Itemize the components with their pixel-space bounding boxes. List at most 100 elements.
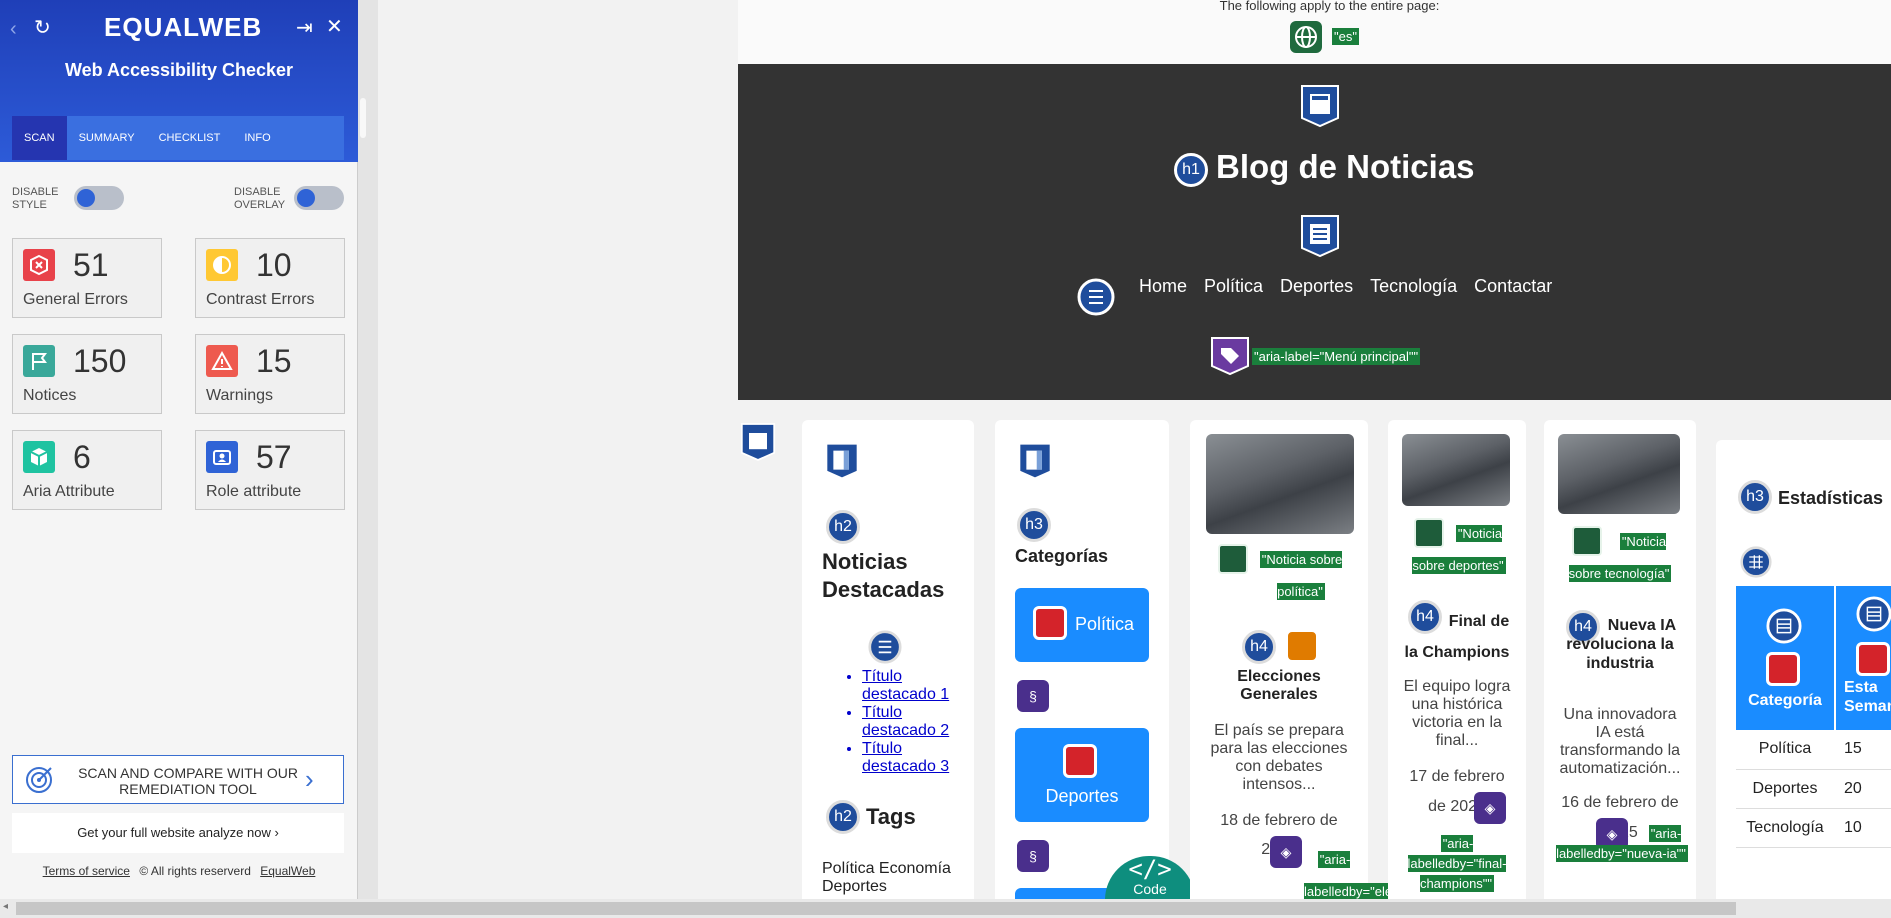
code-icon: </> — [1128, 855, 1172, 883]
panel-gutter — [358, 0, 378, 899]
refresh-icon[interactable]: ↻ — [34, 16, 51, 40]
h1-badge: h1 — [1174, 153, 1208, 187]
h4-badge: h4 — [1242, 630, 1276, 664]
disable-style-label: DISABLE STYLE — [12, 186, 59, 211]
featured-item-3[interactable]: Título destacado 3 — [862, 740, 962, 776]
stat-warnings[interactable]: 15 Warnings — [195, 334, 345, 414]
article-card: "Noticia sobre tecnología" h4 Nueva IA r… — [1544, 420, 1696, 899]
blank-area — [378, 0, 738, 899]
accessibility-panel: ‹ ↻ EQUALWEB ⇥ ✕ Web Accessibility Check… — [0, 0, 358, 899]
terms-link[interactable]: Terms of service — [43, 864, 130, 878]
disable-style-toggle[interactable] — [74, 186, 124, 210]
dock-icon[interactable]: ⇥ — [296, 16, 313, 40]
tab-summary[interactable]: SUMMARY — [67, 116, 147, 160]
scan-compare-label: SCAN AND COMPARE WITH OUR REMEDIATION TO… — [78, 765, 298, 797]
heading-warning-icon — [1286, 630, 1318, 662]
panel-title: Web Accessibility Checker — [64, 60, 294, 80]
scrollbar-thumb[interactable] — [16, 902, 1736, 915]
column-header-icon — [1856, 596, 1891, 632]
globe-icon — [1290, 21, 1322, 53]
scan-compare-button[interactable]: SCAN AND COMPARE WITH OUR REMEDIATION TO… — [12, 755, 344, 804]
equalweb-logo: EQUALWEB — [104, 12, 263, 42]
h3-badge: h3 — [1738, 480, 1772, 514]
featured-item-2[interactable]: Título destacado 2 — [862, 704, 962, 740]
article-title: Nueva IA revoluciona la industria — [1566, 617, 1677, 672]
stat-contrast-errors[interactable]: 10 Contrast Errors — [195, 238, 345, 318]
flag-icon — [23, 345, 55, 377]
article-text: El país se prepara para las elecciones c… — [1210, 722, 1348, 793]
equalweb-link[interactable]: EqualWeb — [260, 864, 315, 878]
tab-info[interactable]: INFO — [232, 116, 282, 160]
id-card-icon — [206, 441, 238, 473]
code-button[interactable]: </> Code — [1105, 856, 1195, 899]
categories-title: Categorías — [1015, 546, 1109, 566]
stats-table: Política 15 Deportes 20 Tecnología 10 — [1736, 730, 1891, 848]
table-cell: 10 — [1834, 808, 1891, 848]
article-card: "Noticia sobre política" h4 Elecciones G… — [1190, 420, 1443, 899]
col-header: Categoría — [1748, 692, 1822, 709]
main-landmark-icon — [740, 423, 776, 461]
image-error-icon — [1766, 652, 1800, 686]
category-label: Política — [1075, 614, 1135, 634]
stat-label: General Errors — [23, 291, 128, 308]
back-icon[interactable]: ‹ — [10, 17, 17, 41]
nav-home[interactable]: Home — [1139, 276, 1187, 297]
nav-contactar[interactable]: Contactar — [1474, 276, 1552, 297]
tag-icon: ◈ — [1474, 792, 1506, 824]
stat-label: Contrast Errors — [206, 291, 315, 308]
stat-notices[interactable]: 150 Notices — [12, 334, 162, 414]
table-cell: 20 — [1834, 769, 1891, 809]
aria-labelledby-tag: "aria-labelledby="final-champions"" — [1407, 835, 1507, 892]
stat-general-errors[interactable]: 51 General Errors — [12, 238, 162, 318]
stat-label: Aria Attribute — [23, 483, 115, 500]
h3-badge: h3 — [1017, 508, 1051, 542]
scroll-left-icon[interactable]: ◂ — [3, 901, 8, 912]
stat-value: 10 — [256, 247, 292, 283]
stat-label: Notices — [23, 387, 77, 404]
featured-card: h2 Noticias Destacadas Título destacado … — [802, 420, 974, 899]
featured-title: Noticias Destacadas — [822, 549, 945, 602]
target-icon — [26, 767, 52, 793]
image-error-icon — [1856, 642, 1890, 676]
stat-aria-attribute[interactable]: 6 Aria Attribute — [12, 430, 162, 510]
tab-checklist[interactable]: CHECKLIST — [147, 116, 233, 160]
image-error-icon — [1033, 606, 1067, 640]
featured-item-1[interactable]: Título destacado 1 — [862, 668, 962, 704]
tags-list: Política Economía Deportes — [822, 860, 951, 895]
tab-scan[interactable]: SCAN — [12, 116, 67, 160]
button-role-icon: § — [1017, 680, 1049, 712]
category-label: Deportes — [1045, 786, 1119, 806]
nav-deportes[interactable]: Deportes — [1280, 276, 1353, 297]
stat-label: Role attribute — [206, 483, 302, 500]
article-image — [1558, 434, 1680, 514]
stats-title: Estadísticas — [1778, 488, 1884, 508]
header-landmark-icon — [1301, 85, 1339, 128]
stat-value: 15 — [256, 343, 292, 379]
image-alt-tag: "Noticia sobre tecnología" — [1568, 533, 1672, 582]
code-label: Code — [1133, 881, 1167, 897]
close-icon[interactable]: ✕ — [326, 15, 343, 39]
contrast-icon — [206, 249, 238, 281]
table-cell: Deportes — [1736, 769, 1834, 809]
h2-badge: h2 — [826, 800, 860, 834]
nav-tecnologia[interactable]: Tecnología — [1370, 276, 1457, 297]
panel-tabs: SCAN SUMMARY CHECKLIST INFO — [12, 116, 344, 160]
site-header: h1 Blog de Noticias Home Política Deport… — [738, 64, 1891, 400]
stat-value: 51 — [73, 247, 109, 283]
category-politica-button[interactable]: Política — [1015, 588, 1149, 662]
panel-footer: Terms of service © All rights reserverd … — [0, 864, 358, 878]
category-deportes-button[interactable]: Deportes — [1015, 728, 1149, 822]
list-icon — [868, 630, 902, 664]
get-full-analysis-link[interactable]: Get your full website analyze now › — [12, 813, 344, 853]
disable-overlay-toggle[interactable] — [294, 186, 344, 210]
article-image — [1206, 434, 1354, 534]
stats-card: h3 Estadísticas Categoría Esta Semana Po… — [1716, 440, 1891, 899]
col-header: Esta Semana — [1844, 679, 1891, 715]
nav-politica[interactable]: Política — [1204, 276, 1263, 297]
stat-role-attribute[interactable]: 57 Role attribute — [195, 430, 345, 510]
categories-card: h3 Categorías Política § Deportes § — [995, 420, 1169, 899]
main-nav: Home Política Deportes Tecnología Contac… — [1139, 276, 1552, 297]
image-alt-tag: "Noticia sobre política" — [1259, 551, 1343, 600]
list-icon — [1077, 278, 1115, 316]
apply-text: The following apply to the entire page: — [1219, 0, 1440, 13]
